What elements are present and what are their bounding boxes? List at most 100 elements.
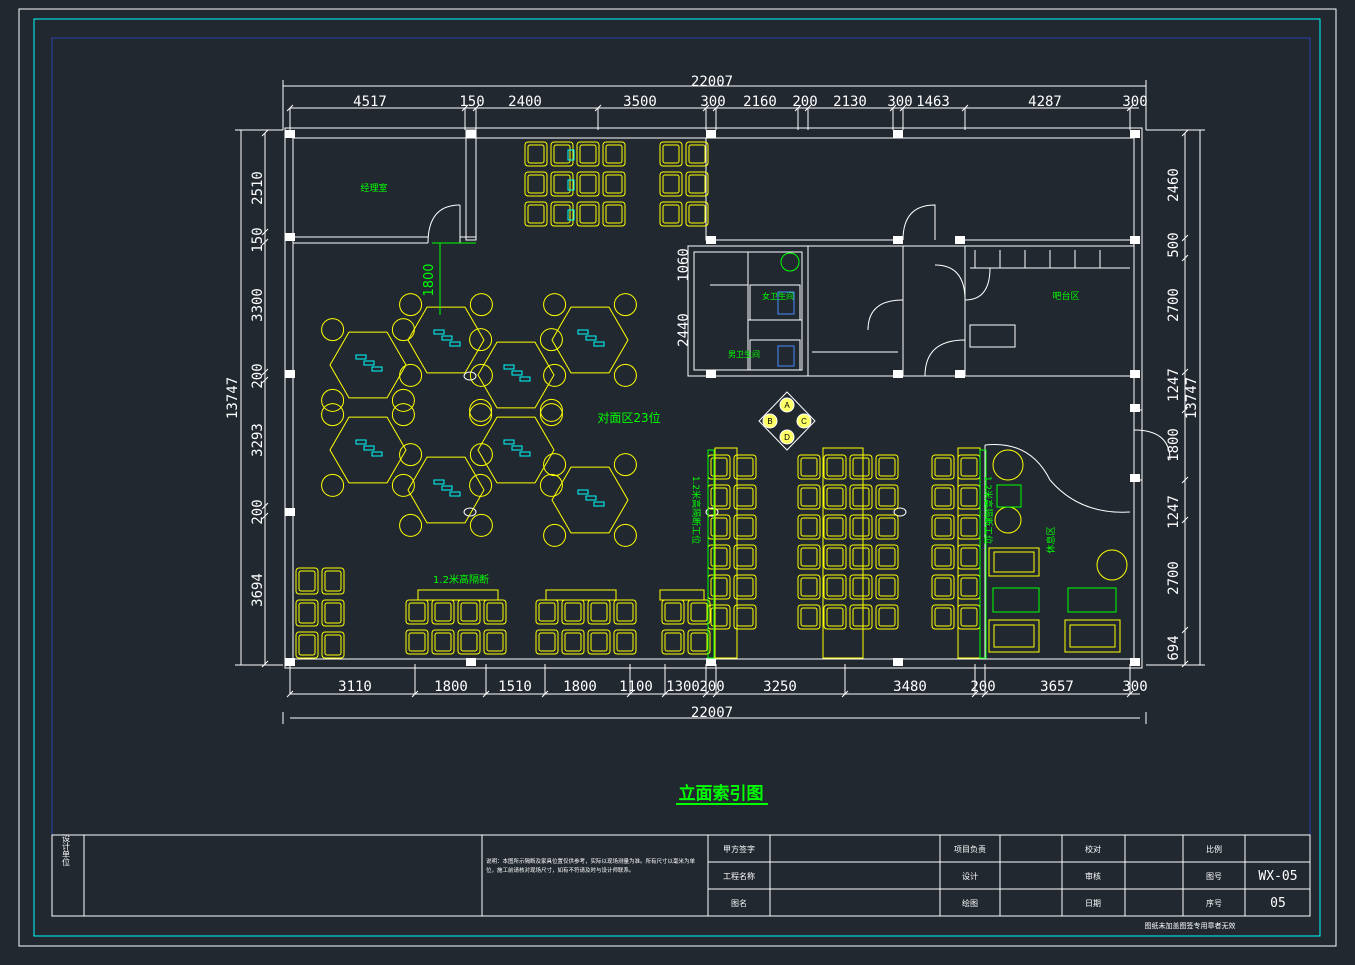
cluster-chair (469, 293, 493, 317)
tb-project-name: 工程名称 (723, 871, 755, 881)
column-8 (955, 236, 965, 244)
column-2 (706, 130, 716, 138)
dim-top-5: 2160 (743, 94, 777, 110)
cluster-chair (543, 363, 567, 387)
column-9 (1130, 236, 1140, 244)
dim-left-5: 200 (250, 499, 266, 524)
dim-bottom-7: 3250 (763, 679, 797, 695)
cluster-chair (321, 403, 345, 427)
toilet-fixtures (777, 252, 800, 367)
tb-drawing-no: WX-05 (1258, 869, 1297, 884)
dim-right-5: 1247 (1166, 495, 1182, 529)
label-rest-area: 休息区 (1045, 526, 1057, 553)
cluster-chair (391, 403, 415, 427)
dim-overall-left: 13747 (225, 377, 241, 419)
dim-left-3: 200 (250, 363, 266, 388)
linear-workstations (295, 141, 987, 659)
inner-frame (33, 18, 1321, 937)
cluster-chair (539, 403, 563, 427)
tb-design-unit: 设计单位 (62, 833, 71, 866)
dim-inner-1060: 1060 (676, 248, 692, 282)
dim-top-2: 2400 (508, 94, 542, 110)
dim-bottom-10: 3657 (1040, 679, 1074, 695)
dim-right-0: 2460 (1166, 168, 1182, 202)
label-pantry: 吧台区 (1052, 290, 1079, 302)
cluster-chair (613, 453, 637, 477)
dim-bottom-11: 300 (1122, 679, 1147, 695)
cluster-chair (543, 453, 567, 477)
dim-bottom-1: 1800 (434, 679, 468, 695)
cluster-chair (399, 293, 423, 317)
column-19 (466, 658, 476, 666)
tb-drawing-name: 图名 (731, 898, 747, 908)
column-21 (893, 658, 903, 666)
dim-bottom-5: 1300 (666, 679, 700, 695)
column-10 (285, 370, 295, 378)
index-c: C (801, 417, 807, 426)
cluster-chair (613, 293, 637, 317)
cluster-chair (469, 398, 493, 422)
cluster-chair (469, 513, 493, 537)
cluster-chair (539, 398, 563, 422)
cluster-chair (391, 318, 415, 342)
dim-inner-1800: 1800 (422, 263, 437, 296)
column-5 (285, 233, 295, 241)
toilet-icon-2 (777, 345, 795, 367)
dim-top-11: 300 (1122, 94, 1147, 110)
dim-overall-right: 13747 (1184, 377, 1200, 419)
column-0 (285, 130, 295, 138)
dim-bottom-2: 1510 (498, 679, 532, 695)
cluster-chair (613, 363, 637, 387)
dim-overall-bottom: 22007 (691, 705, 733, 721)
dim-top-1: 150 (459, 94, 484, 110)
cluster-chair (469, 473, 493, 497)
dim-bottom-9: 200 (970, 679, 995, 695)
dim-right-2: 2700 (1166, 288, 1182, 322)
cluster-chair (321, 318, 345, 342)
tb-project-lead: 项目负责 (954, 844, 986, 854)
dim-top-7: 2130 (833, 94, 867, 110)
label-female-wc: 女卫生间 (762, 291, 794, 301)
dim-top-4: 300 (700, 94, 725, 110)
cluster-chair (469, 443, 493, 467)
column-14 (1130, 370, 1140, 378)
index-a: A (784, 401, 790, 410)
dim-top-8: 300 (887, 94, 912, 110)
dim-bottom-6: 200 (699, 679, 724, 695)
column-16 (1130, 474, 1140, 482)
cluster-chair (539, 328, 563, 352)
tb-design: 设计 (962, 871, 978, 881)
cluster-chair (399, 363, 423, 387)
column-22 (1130, 658, 1140, 666)
dim-left-4: 3293 (250, 423, 266, 457)
cluster-chair (469, 328, 493, 352)
dim-top-0: 4517 (353, 94, 387, 110)
dim-top-9: 1463 (916, 94, 950, 110)
column-7 (893, 236, 903, 244)
label-partition: 1.2米高隔断 (433, 573, 489, 586)
dim-left-0: 2510 (250, 171, 266, 205)
column-15 (285, 508, 295, 516)
tb-drawing-no-label: 图号 (1206, 872, 1222, 881)
label-workstation-left: 1.2米高隔断工位 (690, 476, 702, 544)
cluster-chair (321, 388, 345, 412)
column-17 (1130, 404, 1140, 412)
tb-date: 日期 (1085, 899, 1101, 908)
dim-overall-top: 22007 (691, 74, 733, 90)
dim-top-3: 3500 (623, 94, 657, 110)
column-1 (466, 130, 476, 138)
cluster-chair (469, 403, 493, 427)
cluster-chair (543, 523, 567, 547)
label-manager-office: 经理室 (360, 182, 387, 194)
index-b: B (767, 417, 772, 426)
dim-left-1: 150 (250, 227, 266, 252)
column-4 (1130, 130, 1140, 138)
label-male-wc: 男卫生间 (728, 349, 760, 359)
dim-right-1: 500 (1166, 232, 1182, 257)
cluster-chair (391, 388, 415, 412)
dim-bottom-4: 1100 (619, 679, 653, 695)
cluster-chair (613, 523, 637, 547)
dim-top-10: 4287 (1028, 94, 1062, 110)
label-main-area: 对面区23位 (597, 410, 660, 425)
dim-right-7: 694 (1166, 635, 1182, 660)
